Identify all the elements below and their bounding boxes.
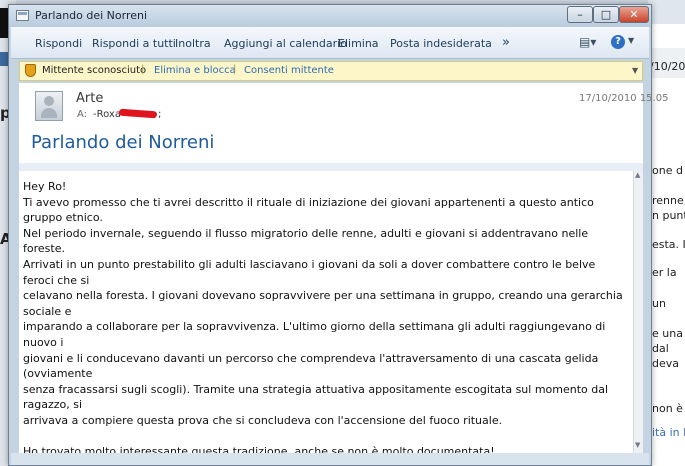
delete-and-block-link[interactable]: Elimina e blocca — [154, 65, 236, 76]
more-button[interactable]: » — [502, 35, 510, 50]
background-snippet: one d — [652, 164, 683, 177]
header-divider — [19, 163, 643, 171]
background-snippet: deva — [652, 357, 680, 370]
chevron-down-icon[interactable]: ▼ — [628, 36, 634, 45]
background-right-titlebar — [648, 0, 685, 24]
background-snippet: esta. I — [652, 238, 685, 251]
message-subject: Parlando dei Norreni — [31, 132, 215, 153]
delete-button[interactable]: Elimina — [338, 37, 379, 50]
background-snippet: renne, — [652, 194, 685, 207]
avatar — [35, 91, 63, 121]
background-snippet: ità in lin — [652, 426, 685, 439]
allow-sender-link[interactable]: Consenti mittente — [244, 65, 334, 76]
close-icon: ✕ — [629, 8, 639, 21]
junk-button[interactable]: Posta indesiderata — [390, 37, 492, 50]
message-date: 17/10/2010 15.05 — [579, 93, 669, 104]
message-window: Parlando dei Norreni – □ ✕ Rispondi Risp… — [8, 4, 668, 466]
background-snippet: e una — [652, 327, 683, 340]
infobar-separator: | — [233, 64, 237, 75]
print-icon[interactable]: ▤▾ — [579, 35, 596, 49]
minimize-icon: – — [577, 8, 583, 21]
sender-name[interactable]: Arte — [76, 91, 103, 106]
message-body-text[interactable]: Hey Ro! Ti avevo promesso che ti avrei d… — [23, 179, 629, 460]
scroll-down-icon[interactable]: ▼ — [635, 441, 640, 449]
shield-icon — [25, 64, 36, 77]
background-snippet: un — [652, 297, 666, 310]
toolbar: Rispondi Rispondi a tutti Inoltra Aggiun… — [11, 27, 649, 59]
unknown-sender-bar: Mittente sconosciuto | Elimina e blocca … — [19, 61, 643, 81]
status-bar — [11, 453, 649, 465]
to-label: A: — [77, 109, 88, 120]
maximize-icon: □ — [600, 8, 612, 21]
close-button[interactable]: ✕ — [619, 6, 649, 23]
maximize-button[interactable]: □ — [593, 6, 619, 23]
background-right-window: /10/201 one d renne, n punt esta. I er l… — [648, 0, 685, 466]
redaction-mark — [118, 108, 158, 119]
reply-all-button[interactable]: Rispondi a tutti — [92, 37, 176, 50]
message-body[interactable]: Hey Ro! Ti avevo promesso che ti avrei d… — [19, 171, 633, 458]
recipient-separator: ; — [158, 109, 162, 120]
message-window-icon — [16, 10, 29, 21]
background-snippet: er la — [652, 266, 677, 279]
scroll-up-icon[interactable]: ▲ — [635, 171, 640, 179]
unknown-sender-label: Mittente sconosciuto — [42, 65, 147, 76]
window-title: Parlando dei Norreni — [35, 9, 148, 22]
background-snippet: dal — [652, 342, 669, 355]
add-calendar-button[interactable]: Aggiungi al calendario — [224, 37, 347, 50]
background-snippet: non è — [652, 402, 683, 415]
help-icon[interactable]: ? — [611, 35, 625, 49]
infobar-separator: | — [141, 64, 145, 75]
background-snippet: n punt — [652, 209, 685, 222]
forward-button[interactable]: Inoltra — [175, 37, 211, 50]
title-bar[interactable]: Parlando dei Norreni – □ ✕ — [9, 5, 651, 27]
background-snippet: /10/201 — [650, 60, 685, 73]
message-header: Arte A: -Roxa ; 17/10/2010 15.05 Parland… — [19, 83, 668, 163]
chevron-down-icon[interactable]: ▼ — [632, 66, 638, 75]
vertical-scrollbar[interactable]: ▲ ▼ — [633, 171, 643, 453]
reply-button[interactable]: Rispondi — [35, 37, 82, 50]
minimize-button[interactable]: – — [567, 6, 593, 23]
recipient-name[interactable]: -Roxa — [93, 109, 121, 120]
